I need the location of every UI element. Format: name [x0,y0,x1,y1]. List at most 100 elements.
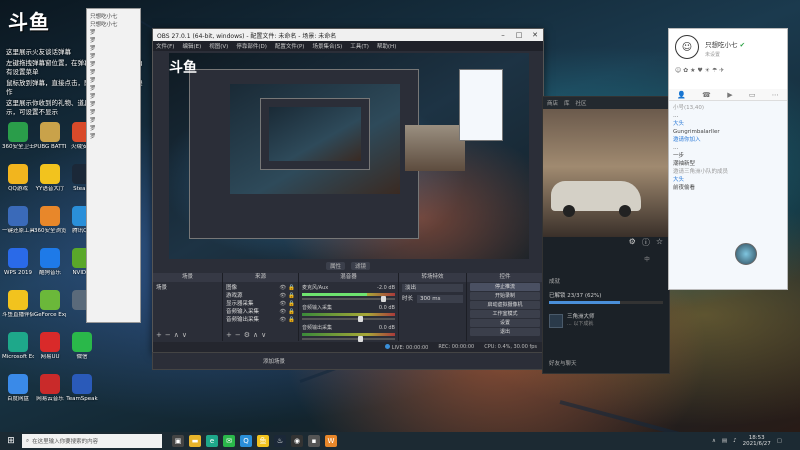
desktop-shortcut-label: 360安全卫士 [2,144,34,150]
source-item[interactable]: 游戏源 👁 🔒 [226,292,295,300]
visibility-icon[interactable]: 👁 🔒 [279,284,295,292]
control-button[interactable]: 工作室模式 [470,310,540,318]
desktop-shortcut[interactable]: 360安全浏览器 [34,202,66,244]
system-tray: ∧ ▤ ♪ 18:53 2021/6/27 ▢ [712,435,800,447]
obs-preview-canvas[interactable]: 斗鱼 [169,53,529,259]
volume-slider-knob[interactable] [381,296,387,302]
visibility-icon[interactable]: 👁 🔒 [279,292,295,300]
info-icon[interactable]: ⓘ [642,237,650,248]
obs-window[interactable]: OBS 27.0.1 (64-bit, windows) - 配置文件: 未命名… [152,28,544,353]
menu-docks[interactable]: 停靠部件(D) [236,42,267,50]
avatar[interactable]: ☺ [675,35,699,59]
filters-button[interactable]: 滤镜 [351,262,371,270]
menu-edit[interactable]: 编辑(E) [182,42,201,50]
qq-icon[interactable]: Q [240,435,252,447]
task-view-icon[interactable]: ▣ [172,435,184,447]
douyu-icon[interactable]: 鱼 [257,435,269,447]
volume-slider[interactable] [302,316,395,322]
desktop-shortcut[interactable]: 酷狗音乐 [34,244,66,286]
phone-icon[interactable]: ☎ [702,91,711,99]
desktop-shortcut[interactable]: Microsoft Edge [2,328,34,370]
qq-chat-window[interactable]: ☺ 只想吃小七 ✔ 未设置 ☺ ✿ ★ ♥ ☀ ☂ ✈ 👤 ☎ ▶ ▭ ⋯ 小号… [668,28,788,290]
mixer-channel-db: 0.0 dB [378,325,395,331]
menu-view[interactable]: 视图(V) [209,42,228,50]
visibility-icon[interactable]: 👁 🔒 [279,316,295,324]
wechat-icon[interactable]: ✉ [223,435,235,447]
scenes-controls[interactable]: +−∧∨ [156,331,190,339]
source-item[interactable]: 图像 👁 🔒 [226,284,295,292]
maximize-icon[interactable]: □ [511,31,527,39]
duration-input[interactable]: 300 ms [417,295,463,303]
control-button[interactable]: 启动虚拟摄像机 [470,301,540,309]
desktop-shortcut[interactable]: WPS 2019 [2,244,34,286]
desktop-shortcut[interactable]: 斗鱼直播伴侣 [2,286,34,328]
source-item[interactable]: 显示器采集 👁 🔒 [226,300,295,308]
wps-icon[interactable]: W [325,435,337,447]
close-icon[interactable]: ✕ [527,31,543,39]
launcher-tab-community[interactable]: 社区 [576,99,587,107]
minimize-icon[interactable]: – [495,31,511,39]
properties-button[interactable]: 属性 [325,262,345,270]
transition-select[interactable]: 淡出 [402,284,463,292]
obs-titlebar[interactable]: OBS 27.0.1 (64-bit, windows) - 配置文件: 未命名… [153,29,543,41]
launcher-subtab[interactable]: 中 [644,255,650,263]
sources-controls[interactable]: +−⚙∧∨ [226,331,269,339]
more-icon[interactable]: ⋯ [772,91,779,99]
menu-profile[interactable]: 配置文件(P) [275,42,305,50]
desktop-shortcut[interactable]: 微信 [66,328,98,370]
game-launcher-window[interactable]: 商店 库 社区 ⚙ ⓘ ☆ 中 成就 已解锁 23/37 (62%) 三角洲大师… [542,96,670,374]
settings-icon[interactable]: ⚙ [629,237,636,248]
add-scene-label[interactable]: 添加场景 [263,357,285,365]
windows-start-icon[interactable]: ⊞ [0,432,22,450]
control-button[interactable]: 退出 [470,328,540,336]
visibility-icon[interactable]: 👁 🔒 [279,308,295,316]
friends-chat-button[interactable]: 好友与聊天 [549,359,577,367]
control-button[interactable]: 设置 [470,319,540,327]
launcher-tab-library[interactable]: 库 [564,99,570,107]
steam-icon[interactable]: ♨ [274,435,286,447]
volume-slider-knob[interactable] [357,316,363,322]
desktop-shortcut[interactable]: GeForce Experience [34,286,66,328]
desktop-shortcut[interactable]: QQ游戏 [2,160,34,202]
video-icon[interactable]: ▶ [727,91,732,99]
desktop-shortcut[interactable]: 网易云音乐 [34,370,66,412]
menu-scene-collection[interactable]: 场景集合(S) [312,42,342,50]
achievement-item[interactable]: 三角洲大师 ... 以下成就 [549,314,663,328]
volume-icon[interactable]: ♪ [733,438,737,444]
launcher-tab-store[interactable]: 商店 [547,99,558,107]
clock[interactable]: 18:53 2021/6/27 [743,435,771,447]
screen-icon[interactable]: ▭ [749,91,756,99]
edge-icon[interactable]: e [206,435,218,447]
contact-avatar-large[interactable] [735,243,757,265]
source-item[interactable]: 音频输入采集 👁 🔒 [226,308,295,316]
menu-tools[interactable]: 工具(T) [350,42,369,50]
desktop-shortcut[interactable]: 360安全卫士 [2,118,34,160]
source-item[interactable]: 音频输出采集 👁 🔒 [226,316,295,324]
desktop-shortcut[interactable]: 一键还原工具 [2,202,34,244]
control-button[interactable]: 开始录制 [470,292,540,300]
left-chat-window[interactable]: 只想吃小七 只想吃小七罗罗罗罗罗罗罗罗罗罗罗罗罗罗 [86,8,141,323]
app-icon[interactable]: ▪ [308,435,320,447]
duration-label: 时长 [402,296,414,302]
volume-slider[interactable] [302,336,395,342]
desktop-shortcut[interactable]: 百度网盘 [2,370,34,412]
control-button[interactable]: 停止推流 [470,283,540,291]
desktop-shortcut[interactable]: YY语音大厅 [34,160,66,202]
obs-icon[interactable]: ◉ [291,435,303,447]
notification-icon[interactable]: ▢ [777,438,782,444]
menu-help[interactable]: 帮助(H) [377,42,396,50]
chevron-up-icon[interactable]: ∧ [712,438,716,444]
desktop-shortcut[interactable]: PUBG BATTLEGR... [34,118,66,160]
network-icon[interactable]: ▤ [722,438,727,444]
scene-item[interactable]: 场景 [156,284,219,292]
person-icon[interactable]: 👤 [677,91,686,99]
menu-file[interactable]: 文件(F) [156,42,174,50]
star-icon[interactable]: ☆ [656,237,663,248]
explorer-icon[interactable]: ▬ [189,435,201,447]
desktop-shortcut[interactable]: 网易UU [34,328,66,370]
volume-slider[interactable] [302,296,395,302]
visibility-icon[interactable]: 👁 🔒 [279,300,295,308]
douyu-logo: 斗鱼 [8,10,50,34]
taskbar-search[interactable]: ⌕ 在这里输入你要搜索的内容 [22,434,162,448]
desktop-shortcut[interactable]: TeamSpeak [66,370,98,412]
